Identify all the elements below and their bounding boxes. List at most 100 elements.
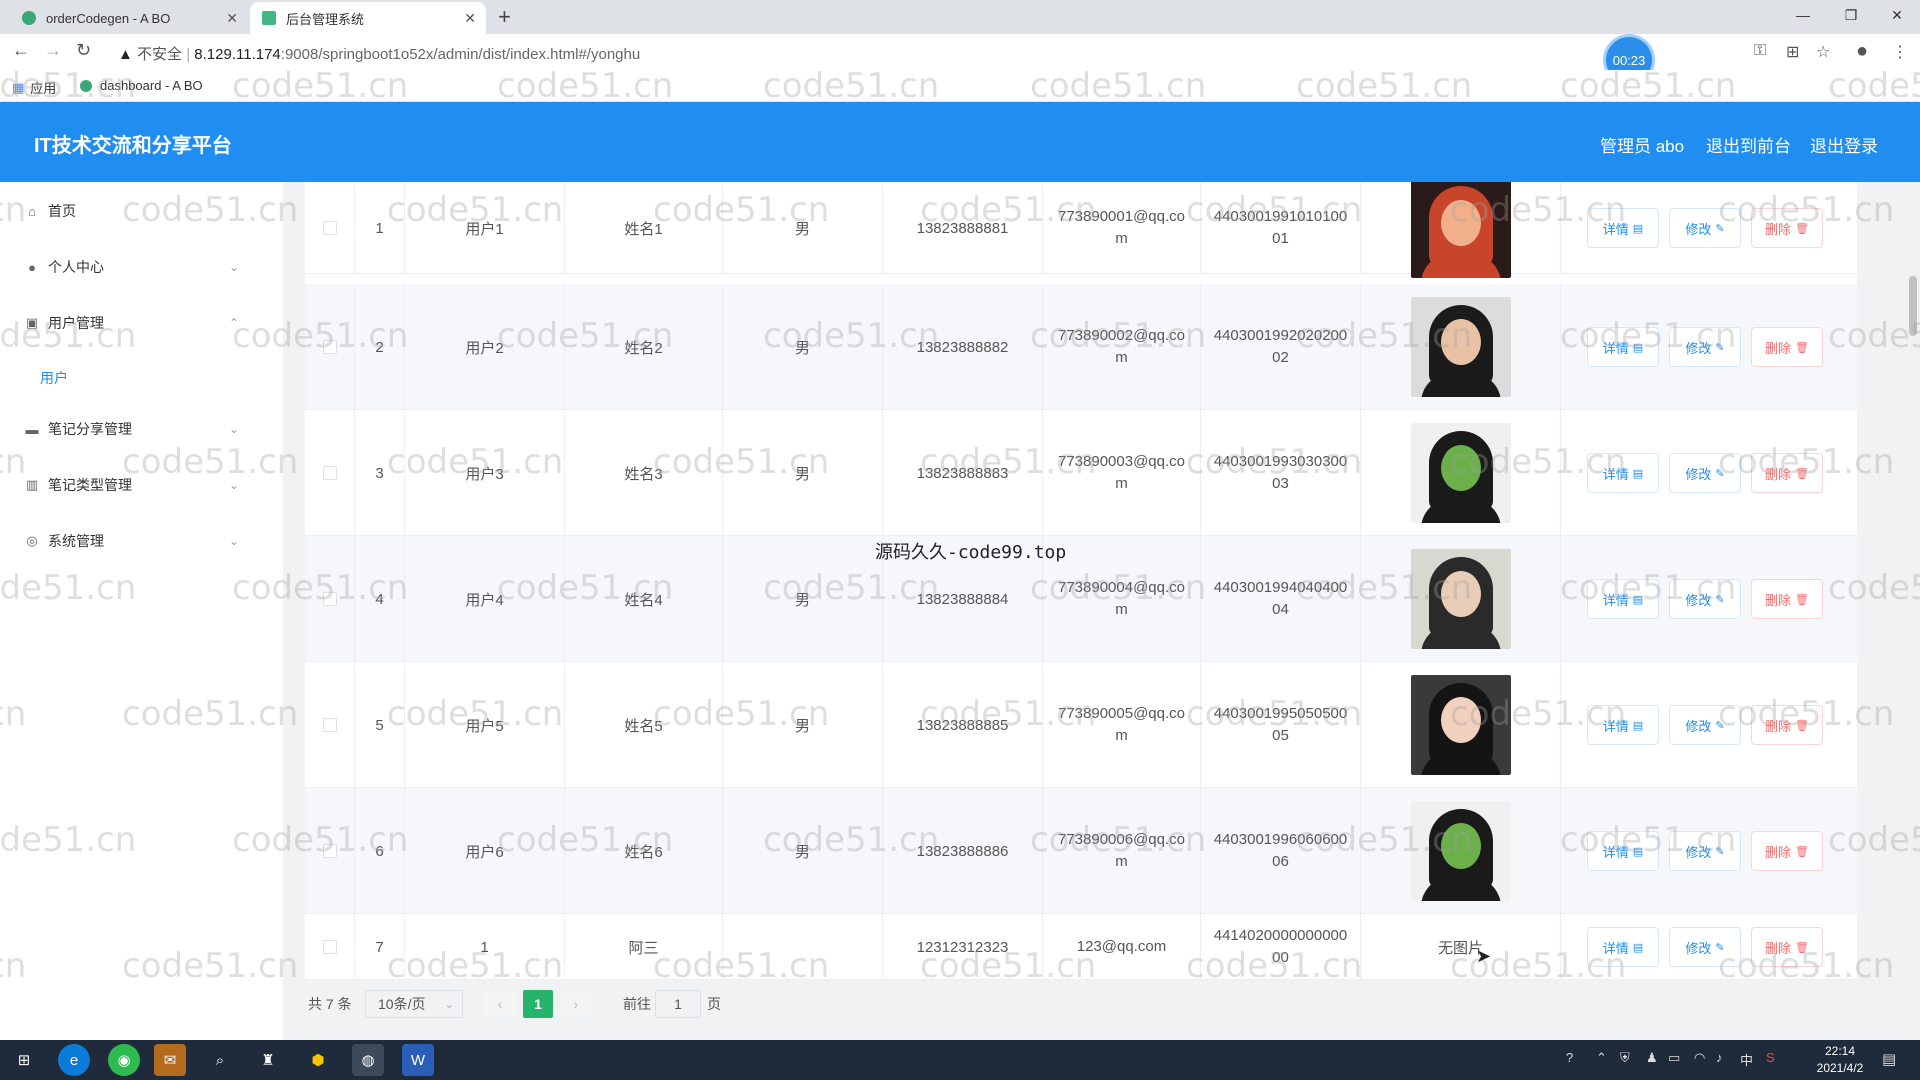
new-tab-button[interactable]: + bbox=[498, 4, 511, 30]
sidebar-item-note-type[interactable]: ▥ 笔记类型管理 ⌄ bbox=[24, 470, 244, 500]
avatar[interactable] bbox=[1410, 182, 1511, 278]
idea-icon[interactable]: ♜ bbox=[252, 1044, 284, 1076]
key-icon[interactable]: ⚿ bbox=[1754, 42, 1766, 60]
restore-icon[interactable]: ❐ bbox=[1828, 0, 1874, 30]
mouse-cursor-icon: ➤ bbox=[1476, 946, 1492, 966]
page-size-select[interactable]: 10条/页 ⌄ bbox=[365, 990, 463, 1018]
delete-button[interactable]: 删除 🗑 bbox=[1751, 705, 1823, 745]
url-field[interactable]: ▲ 不安全 | 8.129.11.174:9008/springboot1o52… bbox=[118, 43, 640, 64]
delete-button[interactable]: 删除 🗑 bbox=[1751, 579, 1823, 619]
to-front-link[interactable]: 退出到前台 bbox=[1706, 132, 1791, 157]
bookmark-dashboard[interactable]: dashboard - A BO bbox=[80, 78, 203, 93]
button-label: 删除 bbox=[1765, 844, 1792, 860]
goto-page-input[interactable]: 1 bbox=[655, 990, 701, 1018]
gender-cell: 男 bbox=[723, 410, 883, 536]
row-checkbox[interactable] bbox=[322, 844, 337, 858]
delete-button[interactable]: 删除 🗑 bbox=[1751, 327, 1823, 367]
row-checkbox[interactable] bbox=[322, 592, 337, 606]
minimize-icon[interactable]: — bbox=[1780, 0, 1826, 30]
wechat-icon[interactable]: ✉ bbox=[154, 1044, 186, 1076]
gender-text: 男 bbox=[794, 717, 810, 735]
tray-expand-icon[interactable]: ⌃ bbox=[1596, 1050, 1607, 1066]
admin-label: 管理员 abo bbox=[1600, 137, 1685, 156]
reload-icon[interactable]: ↻ bbox=[76, 40, 91, 61]
avatar[interactable] bbox=[1410, 297, 1511, 397]
edit-button[interactable]: 修改 ✎ bbox=[1669, 453, 1741, 493]
battery-icon[interactable]: ▭ bbox=[1668, 1050, 1680, 1066]
tab-ordercodegen[interactable]: orderCodegen - A BO ✕ bbox=[10, 2, 248, 34]
detail-button[interactable]: 详情 ▤ bbox=[1587, 831, 1659, 871]
sidebar-item-profile[interactable]: ● 个人中心 ⌄ bbox=[24, 252, 244, 282]
volume-icon[interactable]: ♪ bbox=[1716, 1050, 1723, 1065]
detail-button[interactable]: 详情 ▤ bbox=[1587, 208, 1659, 248]
id-number-cell: 4403001992020200 02 bbox=[1201, 284, 1361, 410]
close-icon[interactable]: ✕ bbox=[464, 10, 476, 27]
button-label: 删除 bbox=[1765, 592, 1792, 608]
sidebar-item-home[interactable]: ⌂ 首页 bbox=[24, 196, 76, 226]
prev-page-button[interactable]: ‹ bbox=[485, 990, 515, 1018]
delete-button[interactable]: 删除 🗑 bbox=[1751, 453, 1823, 493]
sidebar-item-user-manage[interactable]: ▣ 用户管理 ⌃ bbox=[24, 308, 244, 338]
delete-button[interactable]: 删除 🗑 bbox=[1751, 208, 1823, 248]
row-checkbox[interactable] bbox=[322, 221, 337, 235]
edit-button[interactable]: 修改 ✎ bbox=[1669, 831, 1741, 871]
edit-button[interactable]: 修改 ✎ bbox=[1669, 927, 1741, 967]
next-page-button[interactable]: › bbox=[561, 990, 591, 1018]
sogou-icon[interactable]: S bbox=[1766, 1050, 1775, 1065]
sidebar-subitem-user[interactable]: 用户 bbox=[40, 368, 68, 388]
word-icon[interactable]: W bbox=[402, 1044, 434, 1076]
sidebar-item-system[interactable]: ◎ 系统管理 ⌄ bbox=[24, 526, 244, 556]
forward-icon[interactable]: → bbox=[44, 40, 62, 61]
windows-start-icon[interactable]: ⊞ bbox=[8, 1044, 40, 1076]
taskbar-clock[interactable]: 22:14 2021/4/2 bbox=[1808, 1043, 1872, 1077]
avatar[interactable] bbox=[1410, 801, 1511, 901]
ime-indicator[interactable]: 中 bbox=[1740, 1050, 1753, 1069]
scrollbar-thumb[interactable] bbox=[1909, 276, 1917, 336]
avatar[interactable] bbox=[1410, 423, 1511, 523]
notification-icon[interactable]: ▤ bbox=[1882, 1050, 1896, 1068]
detail-button[interactable]: 详情 ▤ bbox=[1587, 579, 1659, 619]
bookmark-apps[interactable]: ▦ 应用 bbox=[12, 78, 56, 97]
help-icon[interactable]: ? bbox=[1566, 1050, 1573, 1065]
sublime-icon[interactable]: ⬢ bbox=[302, 1044, 334, 1076]
phone-text: 13823888883 bbox=[916, 464, 1009, 482]
detail-button[interactable]: 详情 ▤ bbox=[1587, 927, 1659, 967]
row-checkbox[interactable] bbox=[322, 718, 337, 732]
detail-button[interactable]: 详情 ▤ bbox=[1587, 705, 1659, 745]
logout-link[interactable]: 退出登录 bbox=[1810, 132, 1878, 157]
chrome-icon[interactable]: ◍ bbox=[352, 1044, 384, 1076]
translate-icon[interactable]: ⊞ bbox=[1786, 42, 1799, 62]
row-checkbox[interactable] bbox=[322, 466, 337, 480]
profile-icon[interactable]: ● bbox=[1856, 40, 1868, 63]
email-text: 773890002@qq.co bbox=[1057, 327, 1185, 344]
edit-button[interactable]: 修改 ✎ bbox=[1669, 705, 1741, 745]
close-window-icon[interactable]: ✕ bbox=[1874, 0, 1920, 30]
email-cell: 773890003@qq.co m bbox=[1043, 410, 1201, 536]
edit-button[interactable]: 修改 ✎ bbox=[1669, 327, 1741, 367]
edit-button[interactable]: 修改 ✎ bbox=[1669, 208, 1741, 248]
detail-button[interactable]: 详情 ▤ bbox=[1587, 327, 1659, 367]
user-tray-icon[interactable]: ♟ bbox=[1646, 1050, 1658, 1066]
tab-admin[interactable]: 后台管理系统 ✕ bbox=[250, 2, 486, 34]
delete-button[interactable]: 删除 🗑 bbox=[1751, 927, 1823, 967]
edit-button[interactable]: 修改 ✎ bbox=[1669, 579, 1741, 619]
row-checkbox[interactable] bbox=[322, 940, 337, 954]
security-tray-icon[interactable]: ⛨ bbox=[1620, 1050, 1630, 1066]
iqiyi-icon[interactable]: ◉ bbox=[108, 1044, 140, 1076]
avatar[interactable] bbox=[1410, 549, 1511, 649]
star-icon[interactable]: ☆ bbox=[1816, 42, 1830, 62]
page-1-button[interactable]: 1 bbox=[523, 990, 553, 1018]
wifi-icon[interactable]: ◠ bbox=[1694, 1050, 1705, 1066]
search-icon[interactable]: ⌕ bbox=[204, 1044, 236, 1076]
edge-icon[interactable]: e bbox=[58, 1044, 90, 1076]
back-icon[interactable]: ← bbox=[12, 40, 30, 61]
detail-button[interactable]: 详情 ▤ bbox=[1587, 453, 1659, 493]
avatar[interactable] bbox=[1410, 675, 1511, 775]
pagination: 共 7 条 10条/页 ⌄ ‹ 1 › 前往 1 页 bbox=[305, 990, 765, 1022]
menu-icon[interactable]: ⋮ bbox=[1892, 42, 1908, 62]
sidebar-item-note-share[interactable]: ▬ 笔记分享管理 ⌄ bbox=[24, 414, 244, 444]
row-checkbox[interactable] bbox=[322, 340, 337, 354]
close-icon[interactable]: ✕ bbox=[226, 10, 238, 27]
delete-button[interactable]: 删除 🗑 bbox=[1751, 831, 1823, 871]
bookmark-label: dashboard - A BO bbox=[100, 78, 203, 93]
